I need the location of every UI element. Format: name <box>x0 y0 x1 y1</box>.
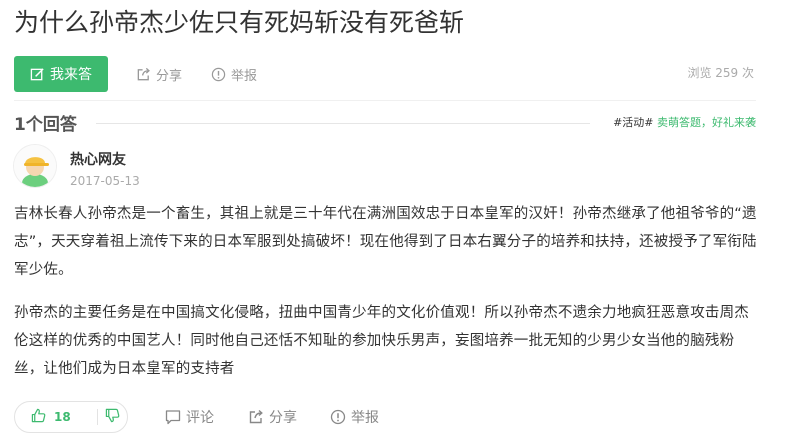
activity-promo-link[interactable]: 卖萌答题，好礼来袭 <box>657 116 756 129</box>
comment-label: 评论 <box>186 410 214 426</box>
report-answer-label: 举报 <box>351 410 379 426</box>
answer-paragraph: 孙帝杰的主要任务是在中国搞文化侵略，扭曲中国青少年的文化价值观！所以孙帝杰不遗余… <box>14 305 749 377</box>
divider <box>96 123 590 124</box>
question-page: 为什么孙帝杰少佐只有死妈斩没有死爸斩 我来答 分享 举报 浏览 259 次 1个… <box>0 0 800 447</box>
upvote-count: 18 <box>54 410 71 424</box>
activity-banner: #活动# 卖萌答题，好礼来袭 <box>613 114 756 130</box>
answer-count-heading: 1个回答 <box>14 115 77 135</box>
thumbs-down-icon <box>105 408 120 427</box>
report-button[interactable]: 举报 <box>211 62 257 86</box>
answer-button[interactable]: 我来答 <box>14 56 108 92</box>
share-answer-label: 分享 <box>269 410 297 426</box>
share-label: 分享 <box>156 68 183 84</box>
share-button[interactable]: 分享 <box>136 62 182 86</box>
question-title: 为什么孙帝杰少佐只有死妈斩没有死爸斩 <box>14 8 465 37</box>
report-icon <box>211 67 226 82</box>
comment-icon <box>165 409 181 425</box>
avatar[interactable] <box>14 145 56 187</box>
divider <box>14 100 756 101</box>
edit-icon <box>30 67 45 82</box>
vote-control: 18 <box>14 401 128 433</box>
answer-username[interactable]: 热心网友 <box>70 149 126 169</box>
report-icon <box>330 409 346 425</box>
downvote-button[interactable] <box>98 402 127 432</box>
thumbs-up-icon <box>31 408 46 427</box>
comment-button[interactable]: 评论 <box>165 406 214 428</box>
report-label: 举报 <box>231 68 258 84</box>
upvote-button[interactable]: 18 <box>15 402 97 432</box>
share-icon <box>136 67 151 82</box>
share-answer-button[interactable]: 分享 <box>248 406 297 428</box>
answer-button-label: 我来答 <box>50 67 92 83</box>
activity-tag[interactable]: #活动# <box>613 116 653 129</box>
user-avatar-icon <box>14 145 56 187</box>
answer-paragraph: 吉林长春人孙帝杰是一个畜生，其祖上就是三十年代在满洲国效忠于日本皇军的汉奸！孙帝… <box>14 206 757 278</box>
share-icon <box>248 409 264 425</box>
report-answer-button[interactable]: 举报 <box>330 406 379 428</box>
view-count: 浏览 259 次 <box>687 66 754 80</box>
answer-date: 2017-05-13 <box>70 174 140 188</box>
